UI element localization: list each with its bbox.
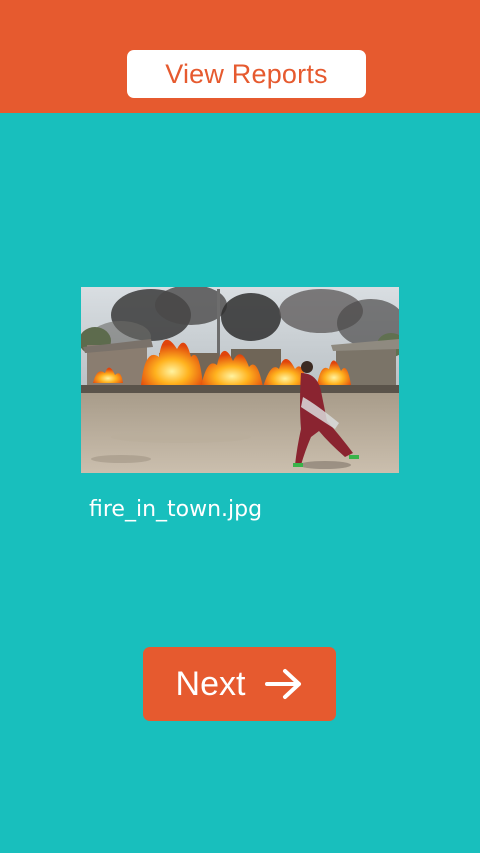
- arrow-right-icon: [265, 668, 303, 700]
- photo-thumbnail: [81, 287, 399, 473]
- file-name-label: fire_in_town.jpg: [89, 497, 263, 522]
- image-preview: [81, 287, 399, 473]
- view-reports-button[interactable]: View Reports: [127, 50, 366, 98]
- next-button[interactable]: Next: [143, 647, 336, 721]
- header-bar: View Reports: [0, 0, 480, 113]
- next-button-label: Next: [175, 664, 246, 703]
